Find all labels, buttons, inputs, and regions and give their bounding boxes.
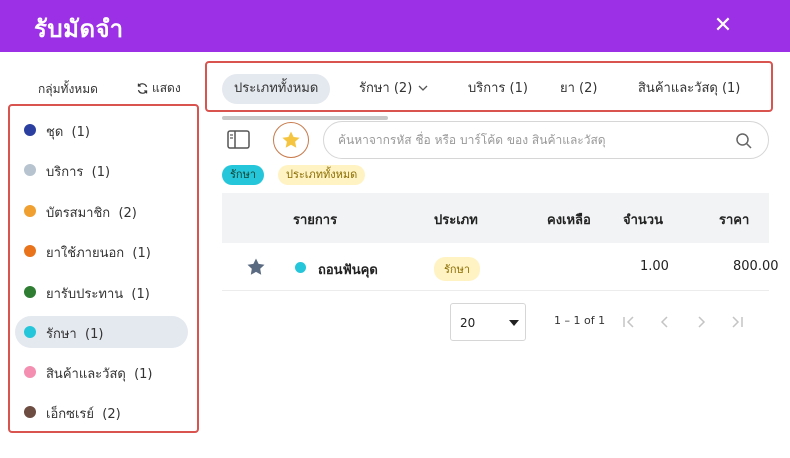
column-item: รายการ	[293, 213, 338, 228]
table-row[interactable]: ถอนฟันคุด รักษา 1.00 800.00	[222, 243, 779, 291]
item-name: ถอนฟันคุด	[318, 263, 378, 278]
search-input[interactable]	[338, 130, 718, 150]
sidebar-item-label: เอ็กซเรย์ (2)	[46, 407, 121, 422]
page-size-value: 20	[460, 316, 476, 330]
column-qty: จำนวน	[623, 213, 663, 228]
group-color-dot	[24, 164, 36, 176]
sidebar-item-label: ยาใช้ภายนอก (1)	[46, 246, 151, 261]
sidebar-item-label: ชุด (1)	[46, 125, 90, 140]
sidebar-item-membership[interactable]: บัตรสมาชิก (2)	[15, 195, 188, 227]
tabs-scrollbar[interactable]	[222, 116, 388, 120]
last-page-icon[interactable]	[728, 313, 746, 331]
search-box	[323, 121, 769, 159]
group-list: ชุด (1) บริการ (1) บัตรสมาชิก (2) ยาใช้ภ…	[8, 104, 199, 433]
filter-chip-treatment[interactable]: รักษา	[222, 165, 264, 185]
tab-medicine[interactable]: ยา (2)	[548, 74, 609, 104]
sidebar-item-xray[interactable]: เอ็กซเรย์ (2)	[15, 396, 188, 428]
sidebar-header: กลุ่มทั้งหมด แสดง	[0, 70, 200, 106]
group-color-dot	[24, 326, 36, 338]
group-color-dot	[24, 366, 36, 378]
item-qty[interactable]: 1.00	[640, 259, 669, 274]
tab-treatment[interactable]: รักษา (2)	[347, 74, 440, 104]
show-label: แสดง	[152, 81, 181, 95]
star-icon[interactable]	[246, 257, 266, 277]
item-price: 800.00	[733, 259, 779, 274]
tab-products[interactable]: สินค้าและวัสดุ (1)	[626, 74, 752, 104]
group-color-dot	[24, 205, 36, 217]
show-button[interactable]: แสดง	[136, 79, 181, 98]
search-icon[interactable]	[735, 132, 753, 150]
prev-page-icon[interactable]	[656, 313, 674, 331]
sidebar-item-service[interactable]: บริการ (1)	[15, 154, 188, 186]
group-color-dot	[24, 245, 36, 257]
refresh-icon	[137, 83, 148, 94]
next-page-icon[interactable]	[692, 313, 710, 331]
all-groups-label[interactable]: กลุ่มทั้งหมด	[38, 80, 98, 99]
sidebar-item-label: บริการ (1)	[46, 165, 111, 180]
close-icon[interactable]: ✕	[708, 11, 738, 41]
sidebar-item-label: ยารับประทาน (1)	[46, 287, 150, 302]
filter-chip-all-types[interactable]: ประเภททั้งหมด	[278, 165, 366, 185]
group-color-dot	[24, 406, 36, 418]
group-color-dot	[24, 124, 36, 136]
pagination-range: 1 – 1 of 1	[554, 314, 606, 327]
caret-down-icon	[509, 320, 519, 326]
sidebar-item-products[interactable]: สินค้าและวัสดุ (1)	[15, 356, 188, 388]
first-page-icon[interactable]	[620, 313, 638, 331]
page-size-select[interactable]: 20	[450, 303, 526, 341]
item-color-dot	[295, 262, 306, 273]
star-icon	[281, 131, 300, 148]
item-type-badge: รักษา	[434, 257, 480, 281]
tab-service[interactable]: บริการ (1)	[456, 74, 540, 104]
group-color-dot	[24, 286, 36, 298]
sidebar-item-treatment[interactable]: รักษา (1)	[15, 316, 188, 348]
favorite-button[interactable]	[273, 122, 309, 158]
sidebar-item-label: สินค้าและวัสดุ (1)	[46, 367, 153, 382]
sidebar-toggle-icon[interactable]	[226, 128, 252, 152]
type-tabs: ประเภททั้งหมด รักษา (2) บริการ (1) ยา (2…	[205, 61, 773, 112]
sidebar-item-external-med[interactable]: ยาใช้ภายนอก (1)	[15, 235, 188, 267]
sidebar-item-oral-med[interactable]: ยารับประทาน (1)	[15, 276, 188, 308]
sidebar-item-label: รักษา (1)	[46, 327, 104, 342]
chevron-down-icon	[418, 85, 428, 91]
column-price: ราคา	[719, 213, 750, 228]
column-stock: คงเหลือ	[547, 213, 591, 228]
sidebar-item-set[interactable]: ชุด (1)	[15, 114, 188, 146]
sidebar-item-label: บัตรสมาชิก (2)	[46, 206, 137, 221]
table-header: รายการ ประเภท คงเหลือ จำนวน ราคา	[222, 193, 769, 243]
column-type: ประเภท	[434, 213, 478, 228]
tab-all-types[interactable]: ประเภททั้งหมด	[222, 74, 331, 104]
header-bar: รับมัดจำ ✕	[0, 0, 790, 52]
page-title: รับมัดจำ	[34, 15, 124, 43]
